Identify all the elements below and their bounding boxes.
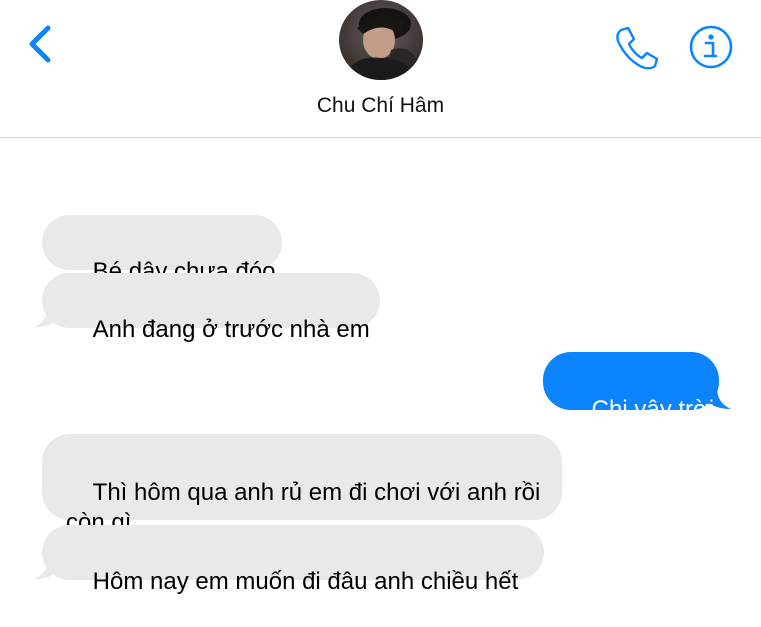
phone-icon (616, 26, 659, 70)
chevron-left-icon (29, 25, 51, 63)
message-text: Anh đang ở trước nhà em (92, 316, 370, 343)
message-bubble[interactable]: Bé dậy chưa đóo (42, 215, 282, 285)
message-thread: Bé dậy chưa đóo Anh đang ở trước nhà em … (0, 138, 761, 600)
message-bubble[interactable]: Thì hôm qua anh rủ em đi chơi với anh rồ… (42, 434, 562, 536)
message-text: Chi vậy trời (591, 396, 715, 423)
call-button[interactable] (612, 24, 660, 70)
info-icon (689, 25, 733, 69)
info-button[interactable] (688, 24, 734, 70)
contact-avatar[interactable] (339, 0, 423, 80)
conversation-header: Chu Chí Hâm (0, 0, 761, 138)
message-bubble[interactable]: Hôm nay em muốn đi đâu anh chiều hết (42, 525, 544, 595)
back-button[interactable] (20, 20, 60, 68)
message-text: Hôm nay em muốn đi đâu anh chiều hết (92, 568, 519, 595)
contact-name[interactable]: Chu Chí Hâm (0, 94, 761, 118)
message-bubble[interactable]: Anh đang ở trước nhà em (42, 273, 380, 343)
message-bubble[interactable]: Chi vậy trời (543, 352, 719, 423)
